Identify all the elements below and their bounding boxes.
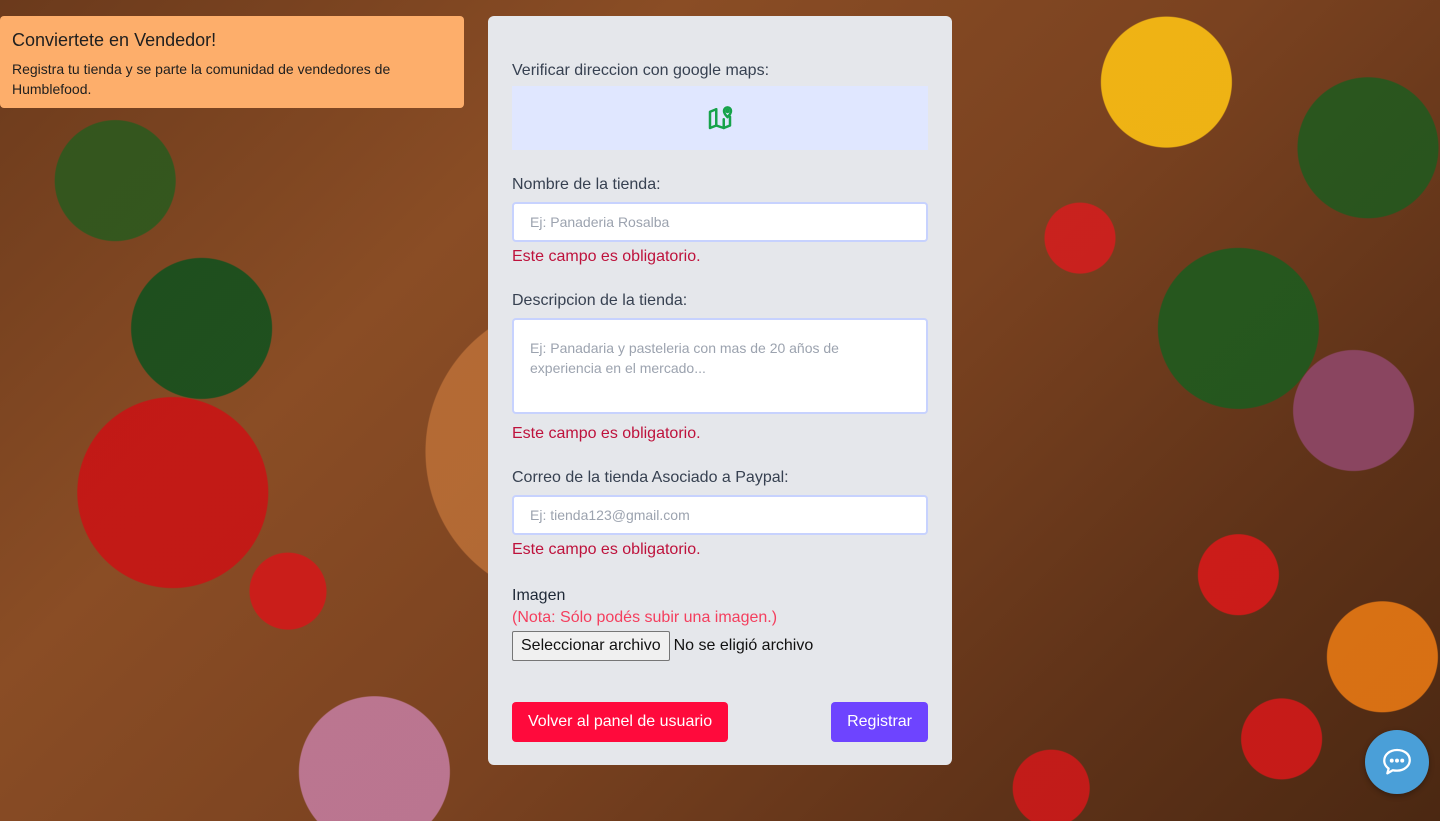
map-verify-button[interactable]	[512, 86, 928, 150]
store-name-error: Este campo es obligatorio.	[512, 248, 701, 265]
file-picker: Seleccionar archivo No se eligió archivo	[512, 631, 928, 661]
banner-title: Conviertete en Vendedor!	[12, 30, 217, 50]
form-actions: Volver al panel de usuario Registrar	[512, 702, 928, 742]
chat-bubble-icon	[1383, 748, 1411, 775]
description-error: Este campo es obligatorio.	[512, 425, 701, 442]
description-textarea[interactable]	[512, 318, 928, 414]
select-file-button[interactable]: Seleccionar archivo	[512, 631, 670, 661]
seller-banner: Conviertete en Vendedor! Registra tu tie…	[0, 16, 464, 108]
map-pin-icon	[708, 106, 733, 130]
image-label: Imagen	[512, 587, 566, 604]
banner-text: Registra tu tienda y se parte la comunid…	[12, 61, 391, 97]
image-note: (Nota: Sólo podés subir una imagen.)	[512, 609, 778, 626]
file-status: No se eligió archivo	[673, 637, 814, 654]
chat-button[interactable]	[1365, 730, 1429, 794]
register-button[interactable]: Registrar	[831, 702, 928, 742]
email-error: Este campo es obligatorio.	[512, 541, 701, 558]
email-label: Correo de la tienda Asociado a Paypal:	[512, 469, 789, 486]
email-input[interactable]	[512, 495, 928, 535]
store-registration-form: Verificar direccion con google maps: Nom…	[488, 16, 952, 765]
map-label: Verificar direccion con google maps:	[512, 62, 770, 79]
store-name-label: Nombre de la tienda:	[512, 176, 661, 193]
description-label: Descripcion de la tienda:	[512, 292, 688, 309]
back-to-panel-button[interactable]: Volver al panel de usuario	[512, 702, 729, 742]
store-name-input[interactable]	[512, 202, 928, 242]
